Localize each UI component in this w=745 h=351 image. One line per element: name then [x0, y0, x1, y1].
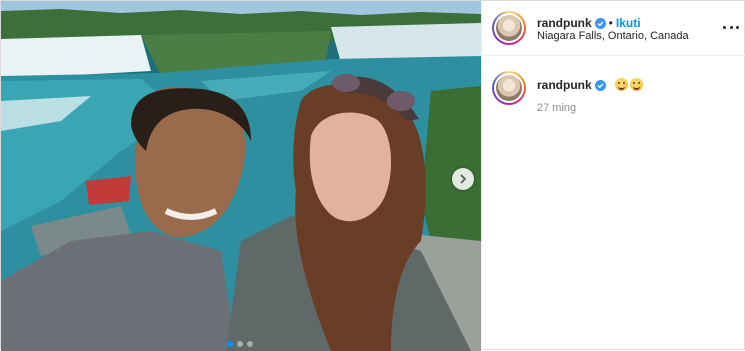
- more-options-icon[interactable]: [723, 19, 739, 35]
- next-image-button[interactable]: [452, 168, 474, 190]
- comment-username-link[interactable]: randpunk: [537, 78, 592, 92]
- photo-scene: [1, 1, 481, 351]
- avatar[interactable]: [492, 11, 526, 45]
- follow-button[interactable]: Ikuti: [616, 16, 641, 30]
- smiling-face-with-hands-emoji: [630, 78, 644, 91]
- post-header: randpunk • Ikuti Niagara Falls, Ontario, C…: [482, 1, 745, 56]
- instagram-post: randpunk • Ikuti Niagara Falls, Ontario, C…: [0, 0, 745, 351]
- comment-avatar[interactable]: [492, 71, 526, 105]
- comment-line: randpunk: [537, 76, 644, 94]
- carousel-dot: [237, 341, 243, 347]
- carousel-indicator: [227, 341, 253, 347]
- verified-badge-icon: [594, 18, 606, 29]
- chevron-right-icon: [460, 174, 467, 184]
- comment-timestamp[interactable]: 27 ming: [537, 102, 576, 114]
- post-side-panel: randpunk • Ikuti Niagara Falls, Ontario, C…: [481, 1, 745, 351]
- location-link[interactable]: Niagara Falls, Ontario, Canada: [537, 30, 689, 42]
- carousel-dot: [247, 341, 253, 347]
- smiling-face-with-hands-emoji: [615, 78, 629, 91]
- username-link[interactable]: randpunk: [537, 16, 592, 30]
- post-photo[interactable]: [1, 1, 481, 351]
- separator-dot: •: [608, 16, 613, 30]
- carousel-dot: [227, 341, 233, 347]
- verified-badge-icon: [594, 80, 606, 91]
